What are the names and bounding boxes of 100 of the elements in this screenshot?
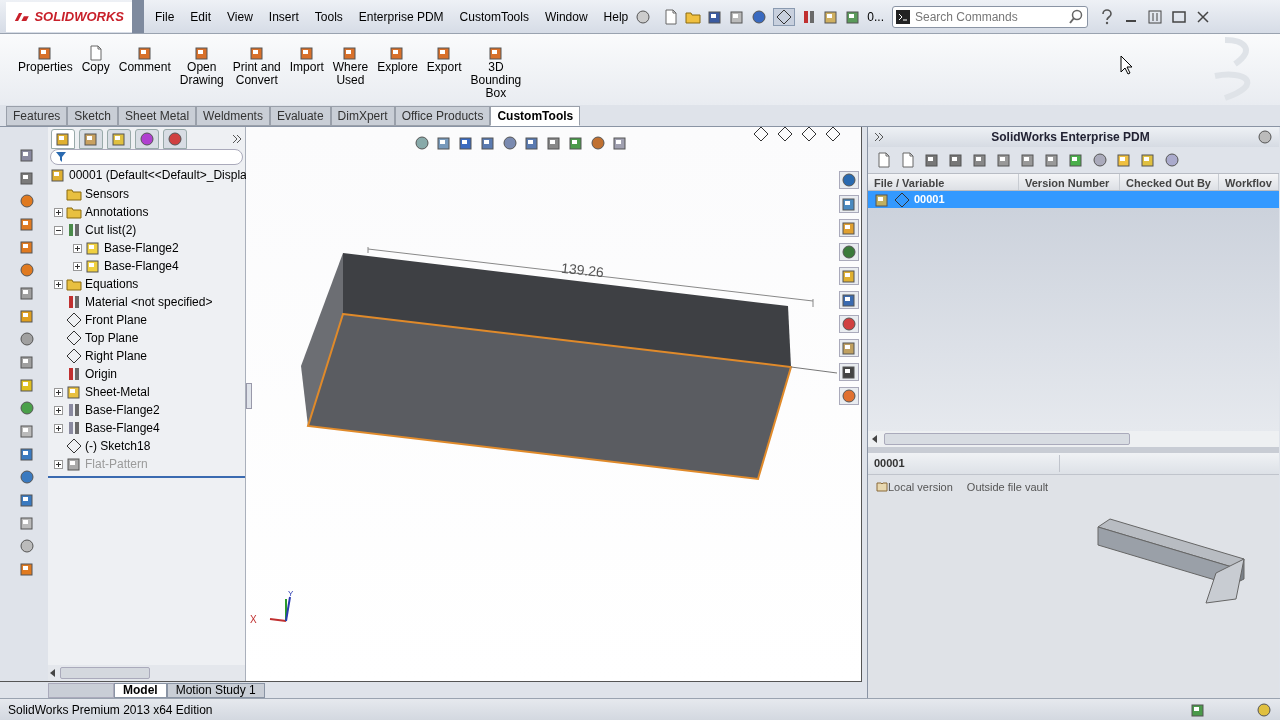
origin-icon[interactable]: [66, 366, 82, 382]
task-pane-tab[interactable]: [839, 315, 859, 333]
vent-icon[interactable]: [19, 377, 35, 393]
miter-flange-icon[interactable]: [19, 239, 35, 255]
view-orientation-icon[interactable]: [502, 135, 518, 151]
new-file-icon[interactable]: [876, 152, 892, 168]
column-header[interactable]: Version Number: [1019, 174, 1120, 190]
ribbon-tab[interactable]: Sketch: [67, 106, 119, 126]
flatten-icon[interactable]: [19, 446, 35, 462]
task-pane-tab[interactable]: [839, 195, 859, 213]
column-header[interactable]: Checked Out By: [1120, 174, 1219, 190]
command-button[interactable]: Copy: [79, 45, 112, 74]
panel-tab[interactable]: [51, 129, 75, 149]
material-icon[interactable]: [66, 294, 82, 310]
scroll-left-icon[interactable]: [872, 435, 878, 443]
plane-icon[interactable]: [66, 330, 82, 346]
task-pane-tab[interactable]: [839, 339, 859, 357]
no-bends-icon[interactable]: [19, 469, 35, 485]
command-button[interactable]: Where Used: [330, 45, 371, 87]
flange-tool-icon[interactable]: [19, 147, 35, 163]
tree-item[interactable]: Front Plane: [85, 311, 148, 329]
check-out-icon[interactable]: [924, 152, 940, 168]
forming-tool-icon[interactable]: [19, 515, 35, 531]
corner-icon[interactable]: [19, 354, 35, 370]
ribbon-tab[interactable]: Evaluate: [269, 106, 331, 126]
new-document-icon[interactable]: [663, 8, 680, 25]
horizontal-scrollbar[interactable]: [868, 431, 1279, 447]
columns-icon[interactable]: [1068, 152, 1084, 168]
panel-tab[interactable]: [163, 129, 187, 149]
task-pane-tab[interactable]: [839, 387, 859, 405]
menu-item[interactable]: File: [148, 7, 182, 26]
sketch-icon[interactable]: [66, 438, 82, 454]
bottom-tab[interactable]: Model: [114, 682, 167, 698]
unfold-icon[interactable]: [19, 400, 35, 416]
weld-icon[interactable]: [19, 538, 35, 554]
tile-icon[interactable]: [1148, 9, 1162, 24]
task-pane-tab[interactable]: [839, 363, 859, 381]
tree-item[interactable]: (-) Sketch18: [85, 437, 151, 455]
command-button[interactable]: 3D Bounding Box: [468, 45, 524, 100]
tree-item[interactable]: Sheet-Metal: [85, 383, 150, 401]
search-tool-icon[interactable]: [1164, 152, 1180, 168]
zoom-icon[interactable]: [1092, 152, 1108, 168]
tree-item[interactable]: Origin: [85, 365, 117, 383]
plane-icon[interactable]: [66, 348, 82, 364]
help-status-icon[interactable]: [1190, 701, 1206, 718]
panel-tab[interactable]: [135, 129, 159, 149]
menu-item[interactable]: Enterprise PDM: [351, 7, 451, 26]
tree-item[interactable]: Base-Flange2: [85, 401, 160, 419]
close-icon[interactable]: [1196, 9, 1210, 24]
vault-icon[interactable]: [1140, 152, 1156, 168]
fold-icon[interactable]: [19, 423, 35, 439]
lofted-bend-icon[interactable]: [19, 331, 35, 347]
select-button[interactable]: [773, 7, 796, 26]
bottom-tab[interactable]: Motion Study 1: [166, 682, 265, 698]
tree-item[interactable]: Base-Flange2: [104, 239, 179, 257]
save-icon[interactable]: [707, 8, 724, 25]
previous-view-icon[interactable]: [458, 135, 474, 151]
panel-tab[interactable]: [79, 129, 103, 149]
task-pane-tab[interactable]: [839, 171, 859, 189]
filter-field[interactable]: [50, 149, 243, 165]
ribbon-tab[interactable]: Weldments: [196, 106, 270, 126]
overflow-text[interactable]: 0...: [867, 7, 884, 26]
scroll-left-icon[interactable]: [50, 669, 56, 677]
cube-tool-icon[interactable]: [19, 170, 35, 186]
column-header[interactable]: File / Variable: [868, 174, 1019, 190]
tree-item[interactable]: Base-Flange4: [85, 419, 160, 437]
zoom-fit-icon[interactable]: [414, 135, 430, 151]
expand-toggle[interactable]: [54, 207, 63, 217]
expand-toggle[interactable]: [54, 387, 63, 397]
maximize-icon[interactable]: [1172, 9, 1186, 24]
tree-item[interactable]: Annotations: [85, 203, 149, 221]
appearance-icon[interactable]: [568, 135, 584, 151]
tree-item[interactable]: Equations: [85, 275, 139, 293]
structure-icon[interactable]: [972, 152, 988, 168]
command-button[interactable]: Comment: [116, 45, 173, 74]
cone-icon[interactable]: [19, 561, 35, 577]
rebuild-icon[interactable]: [1256, 701, 1272, 718]
menu-item[interactable]: Tools: [307, 7, 350, 26]
compare-icon[interactable]: [1044, 152, 1060, 168]
ribbon-tab[interactable]: CustomTools: [490, 106, 581, 126]
menu-item[interactable]: CustomTools: [452, 7, 536, 26]
help-icon[interactable]: [1100, 8, 1114, 25]
expand-toggle[interactable]: [54, 279, 63, 289]
change-state-icon[interactable]: [1020, 152, 1036, 168]
print-icon[interactable]: [729, 8, 746, 25]
tree-root[interactable]: 00001 (Default<<Default>_Displa: [69, 166, 247, 184]
search-icon[interactable]: [1068, 8, 1084, 25]
collapse-toggle[interactable]: [54, 225, 63, 235]
search-field[interactable]: Search Commands: [892, 5, 1088, 28]
get-version-icon[interactable]: [996, 152, 1012, 168]
flange-icon[interactable]: [66, 402, 82, 418]
rip-icon[interactable]: [19, 492, 35, 508]
task-pane-tab[interactable]: [839, 243, 859, 261]
copy-file-icon[interactable]: [900, 152, 916, 168]
ribbon-tab[interactable]: Office Products: [394, 106, 491, 126]
tree-item[interactable]: Top Plane: [85, 329, 139, 347]
command-button[interactable]: Print and Convert: [230, 45, 283, 87]
expand-panel-icon[interactable]: [874, 132, 884, 142]
sensor-folder-icon[interactable]: [66, 186, 82, 202]
jog-icon[interactable]: [19, 285, 35, 301]
